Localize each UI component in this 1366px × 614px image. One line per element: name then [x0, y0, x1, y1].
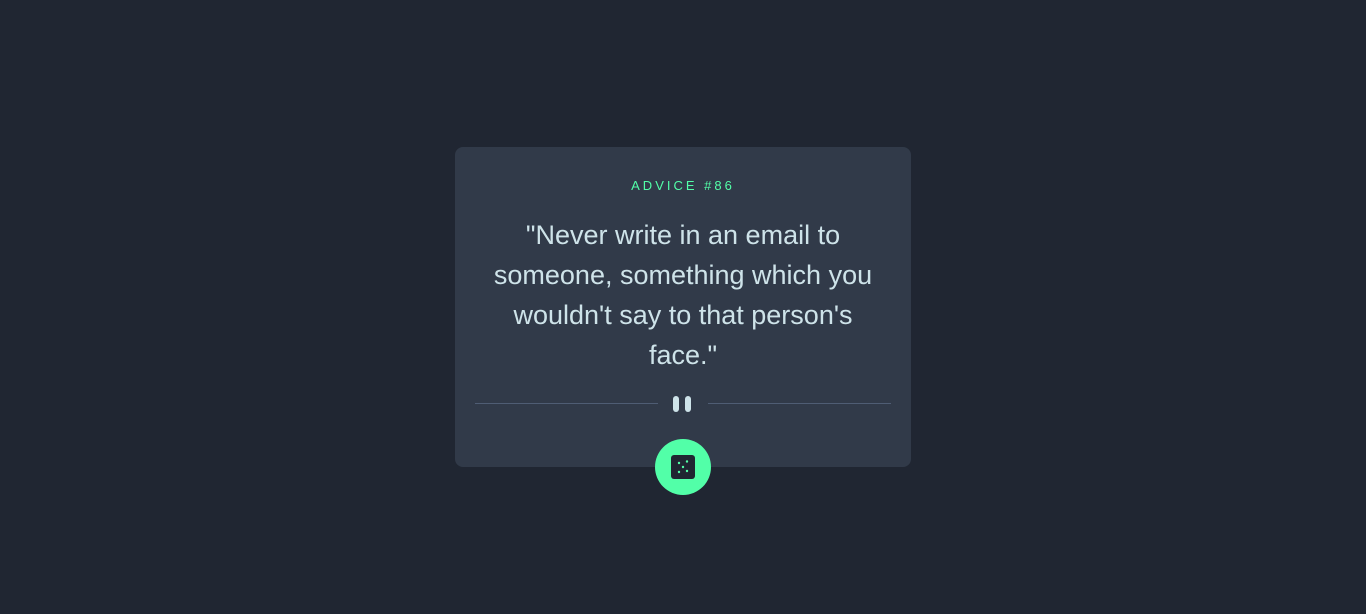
new-advice-button[interactable] — [655, 439, 711, 495]
divider-line-right — [708, 403, 891, 404]
advice-card: ADVICE #86 "Never write in an email to s… — [455, 147, 911, 467]
divider — [475, 396, 891, 412]
pause-icon — [673, 396, 693, 412]
pause-bar-left — [673, 396, 679, 412]
advice-quote: "Never write in an email to someone, som… — [493, 220, 873, 370]
advice-number: ADVICE #86 — [631, 178, 735, 193]
page: ADVICE #86 "Never write in an email to s… — [0, 0, 1366, 614]
dice-icon — [671, 455, 695, 479]
divider-line-left — [475, 403, 658, 404]
pause-bar-right — [685, 396, 691, 412]
